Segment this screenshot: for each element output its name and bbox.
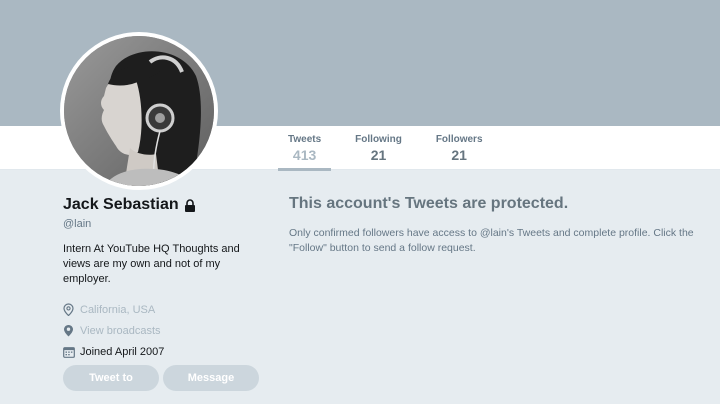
profile-name[interactable]: Jack Sebastian bbox=[63, 196, 179, 214]
stat-label: Followers bbox=[435, 134, 483, 145]
broadcasts-row: View broadcasts bbox=[63, 320, 263, 341]
avatar[interactable] bbox=[60, 32, 218, 190]
profile-stats: Tweets 413 Following 21 Followers 21 bbox=[278, 126, 507, 171]
protected-description: Only confirmed followers have access to … bbox=[289, 227, 694, 254]
map-pin-icon bbox=[63, 324, 79, 337]
stat-following[interactable]: Following 21 bbox=[345, 126, 412, 170]
lock-icon bbox=[184, 198, 196, 212]
name-row: Jack Sebastian bbox=[63, 196, 263, 214]
avatar-photo-illustration bbox=[64, 36, 214, 186]
stat-tweets[interactable]: Tweets 413 bbox=[278, 126, 332, 171]
active-tab-indicator bbox=[278, 168, 332, 171]
location-pin-icon bbox=[63, 303, 79, 316]
profile-page: Tweets 413 Following 21 Followers 21 Jac… bbox=[0, 0, 720, 404]
protected-notice: This account's Tweets are protected. Onl… bbox=[289, 195, 709, 256]
avatar-photo bbox=[64, 36, 214, 186]
profile-handle[interactable]: @lain bbox=[63, 218, 263, 230]
stat-value: 21 bbox=[370, 147, 387, 163]
profile-card: Jack Sebastian @lain Intern At YouTube H… bbox=[63, 196, 263, 362]
joined-row: Joined April 2007 bbox=[63, 341, 263, 362]
location-row: California, USA bbox=[63, 299, 263, 320]
stat-label: Following bbox=[355, 134, 402, 145]
profile-actions: Tweet to Message bbox=[63, 365, 259, 391]
stat-followers[interactable]: Followers 21 bbox=[426, 126, 493, 170]
stat-value: 21 bbox=[451, 147, 467, 163]
stat-value: 413 bbox=[292, 147, 317, 163]
tweet-to-button[interactable]: Tweet to bbox=[63, 365, 159, 391]
stat-label: Tweets bbox=[288, 134, 322, 145]
profile-meta: California, USA View broadcasts Joined A… bbox=[63, 299, 263, 362]
joined-text: Joined April 2007 bbox=[80, 345, 165, 358]
message-button[interactable]: Message bbox=[163, 365, 259, 391]
profile-bio: Intern At YouTube HQ Thoughts and views … bbox=[63, 243, 240, 285]
calendar-icon bbox=[63, 346, 79, 358]
view-broadcasts-link[interactable]: View broadcasts bbox=[80, 325, 161, 337]
location-text: California, USA bbox=[80, 303, 156, 316]
protected-title: This account's Tweets are protected. bbox=[289, 195, 569, 212]
